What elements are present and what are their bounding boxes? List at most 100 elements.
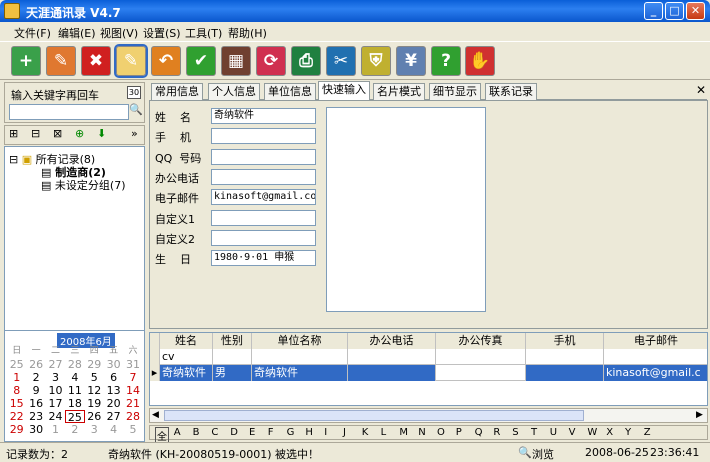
move-down-icon[interactable]: ⬇ [97,127,106,140]
calendar-day[interactable]: 23 [26,410,45,423]
column-header[interactable] [150,333,160,349]
exit-hand-button[interactable]: ✋ [465,46,495,76]
form-input[interactable] [211,168,316,185]
calendar-day[interactable]: 22 [7,410,26,423]
column-header[interactable]: 性别 [213,333,252,349]
notes-box[interactable] [326,107,486,312]
column-header[interactable]: 办公传真 [436,333,526,349]
alpha-filter-N[interactable]: N [418,427,425,438]
form-input[interactable]: 1980·9·01 申猴 [211,250,316,267]
menu-help[interactable]: 帮助(H) [228,25,267,41]
tab-5[interactable]: 细节显示 [429,83,481,100]
menu-tools[interactable]: 工具(T) [185,25,222,41]
notepad-button[interactable]: ✎ [114,44,148,78]
calendar-day[interactable]: 20 [104,397,123,410]
calendar-day[interactable]: 5 [85,371,104,384]
alpha-filter-Q[interactable]: Q [475,427,483,438]
alpha-filter-K[interactable]: K [362,427,369,438]
tab-6[interactable]: 联系记录 [485,83,537,100]
calendar-day[interactable]: 26 [26,358,45,371]
horizontal-scrollbar[interactable]: ◀ ▶ [149,408,708,423]
calendar-day[interactable]: 3 [85,423,104,436]
grid-view-button[interactable]: ▦ [221,46,251,76]
alpha-filter-B[interactable]: B [193,427,200,438]
tools-button[interactable]: ✂ [326,46,356,76]
alpha-filter-V[interactable]: V [569,427,576,438]
form-input[interactable] [211,229,316,246]
scroll-thumb[interactable] [164,410,584,421]
calendar-day[interactable]: 30 [26,423,45,436]
alpha-filter-T[interactable]: T [531,427,537,438]
checkmark-button[interactable]: ✔ [186,46,216,76]
tab-0[interactable]: 常用信息 [151,83,203,100]
alpha-filter-A[interactable]: A [174,427,181,438]
calendar-day[interactable]: 15 [7,397,26,410]
calendar-day[interactable]: 27 [46,358,65,371]
calendar-day[interactable]: 25 [65,410,85,424]
calendar-day[interactable]: 13 [104,384,123,397]
alpha-filter-M[interactable]: M [399,427,408,438]
alpha-filter-Y[interactable]: Y [625,427,631,438]
form-input[interactable] [211,209,316,226]
alpha-filter-Z[interactable]: Z [644,427,651,438]
calendar-day[interactable]: 31 [123,358,142,371]
alpha-filter-U[interactable]: U [550,427,557,438]
alpha-filter-R[interactable]: R [493,427,500,438]
edit-card-button[interactable]: ✎ [46,46,76,76]
column-header[interactable]: 单位名称 [252,333,348,349]
alpha-filter-I[interactable]: I [324,427,327,438]
column-header[interactable]: 电子邮件 [604,333,707,349]
calendar-day[interactable]: 3 [46,371,65,384]
delete-group-icon[interactable]: ⊠ [53,127,62,140]
calendar-day[interactable]: 4 [104,423,123,436]
alpha-filter-S[interactable]: S [512,427,518,438]
calendar-day[interactable]: 29 [85,358,104,371]
calendar-day[interactable]: 4 [65,371,84,384]
calendar-day[interactable]: 16 [26,397,45,410]
calendar-day[interactable]: 24 [46,410,65,423]
calendar-day[interactable]: 18 [65,397,84,410]
calendar-day[interactable]: 1 [46,423,65,436]
calendar-day[interactable]: 5 [123,423,142,436]
alpha-filter-L[interactable]: L [381,427,387,438]
tab-4[interactable]: 名片模式 [373,83,425,100]
calendar-day[interactable]: 1 [7,371,26,384]
refresh-button[interactable]: ⟳ [256,46,286,76]
alpha-filter-G[interactable]: G [287,427,295,438]
alpha-filter-X[interactable]: X [606,427,613,438]
menu-view[interactable]: 视图(V) [100,25,138,41]
rename-group-icon[interactable]: ⊟ [31,127,40,140]
calendar-day[interactable]: 6 [104,371,123,384]
menu-settings[interactable]: 设置(S) [143,25,181,41]
calendar-day[interactable]: 30 [104,358,123,371]
calendar-day[interactable]: 12 [85,384,104,397]
calendar-day[interactable]: 17 [46,397,65,410]
undo-button[interactable]: ↶ [151,46,181,76]
menu-edit[interactable]: 编辑(E) [58,25,96,41]
alpha-filter-J[interactable]: J [343,427,346,438]
calendar-day[interactable]: 7 [123,371,142,384]
calendar-day[interactable]: 8 [7,384,26,397]
calendar-day[interactable]: 26 [85,410,104,423]
calendar-day[interactable]: 10 [46,384,65,397]
tab-3[interactable]: 快速输入 [318,81,370,101]
maximize-button[interactable]: □ [665,2,684,20]
menu-file[interactable]: 文件(F) [14,25,51,41]
add-contact-button[interactable]: + [11,46,41,76]
search-badge[interactable]: 30 [127,86,141,99]
search-input[interactable] [9,104,129,120]
expand-toolbar-icon[interactable]: » [131,127,138,140]
close-icon[interactable]: ✕ [696,83,706,97]
form-input[interactable]: 奇纳软件 [211,108,316,124]
search-icon[interactable]: 🔍 [129,103,143,119]
calendar-day[interactable]: 11 [65,384,84,397]
scroll-left-icon[interactable]: ◀ [152,410,159,420]
tree-node-ungrouped[interactable]: ▤ 未设定分组(7) [41,177,126,193]
print-button[interactable]: ⎙ [291,46,321,76]
calendar-day[interactable]: 27 [104,410,123,423]
form-input[interactable] [211,148,316,165]
form-input[interactable] [211,128,316,145]
minimize-button[interactable]: _ [644,2,663,20]
close-button[interactable]: ✕ [686,2,705,20]
alpha-filter-W[interactable]: W [587,427,597,438]
